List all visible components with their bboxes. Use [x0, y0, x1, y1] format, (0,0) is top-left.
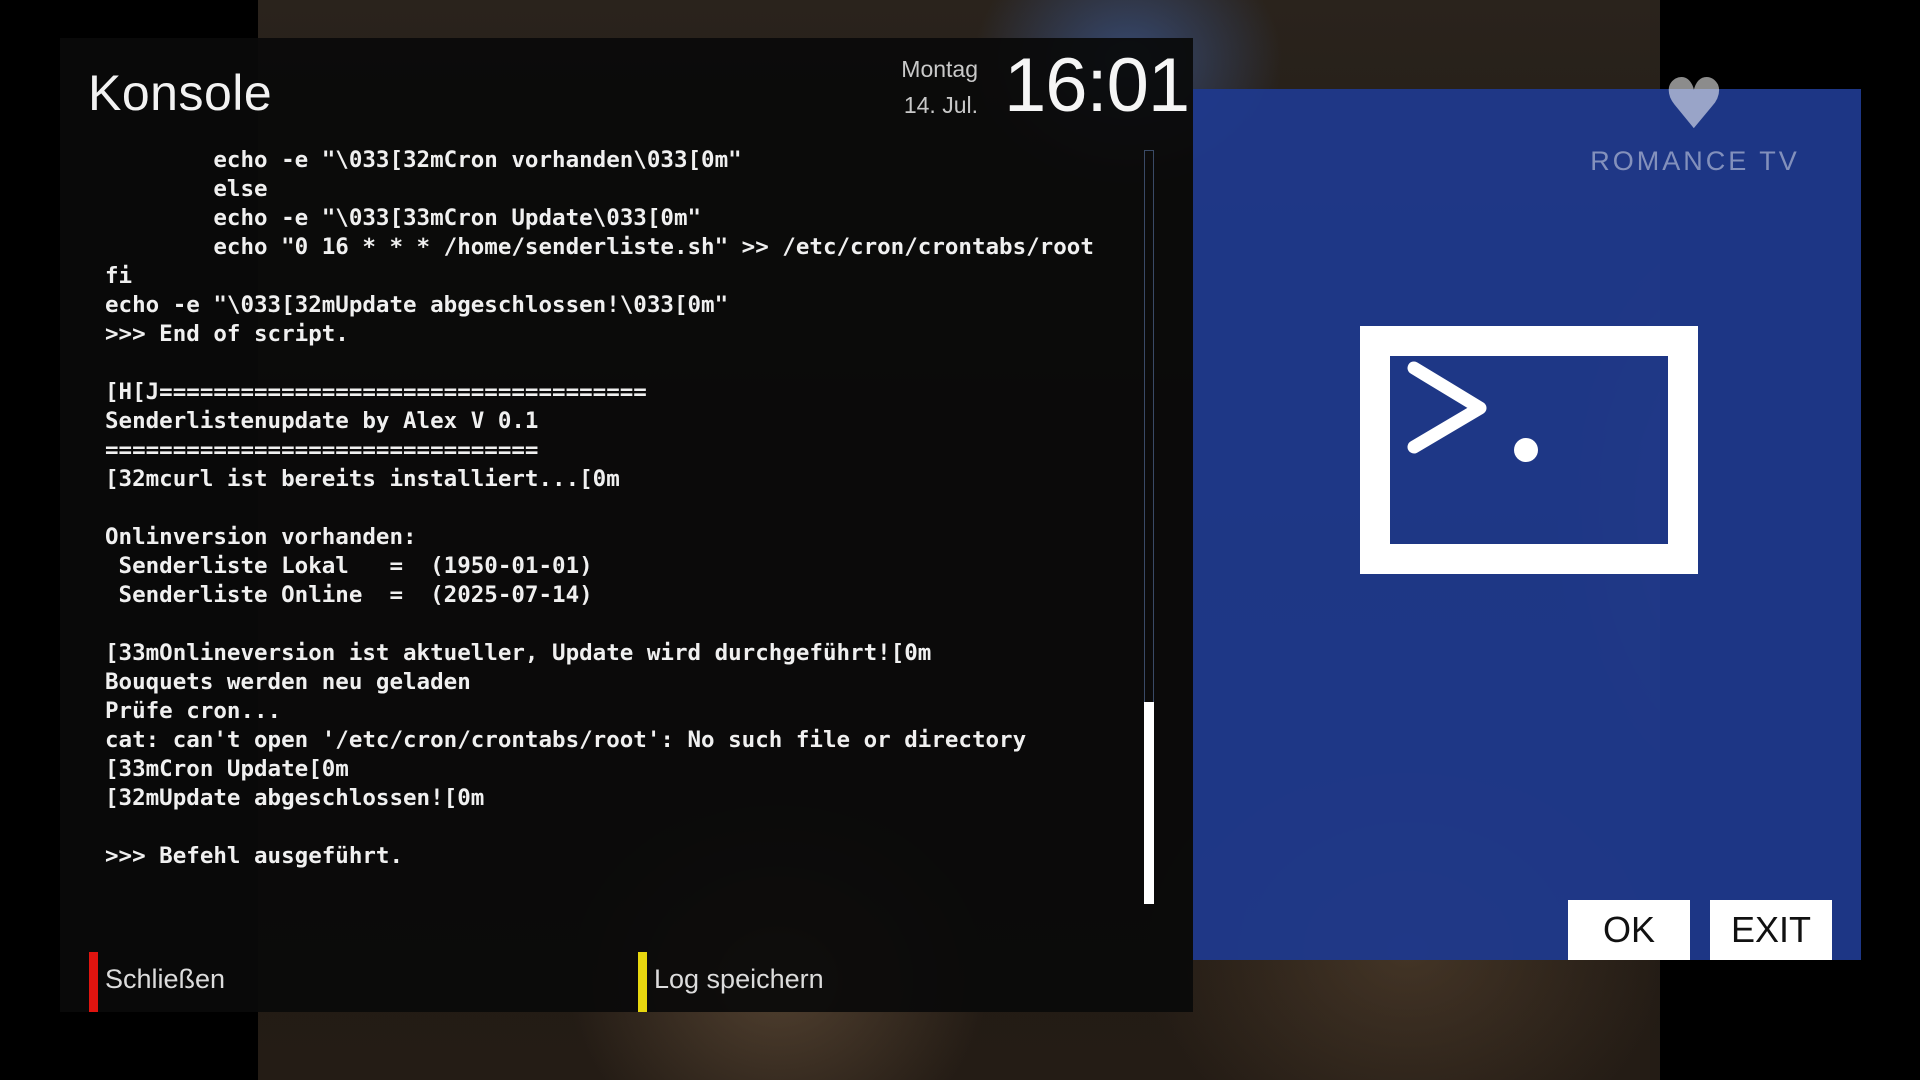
console-line: [32mcurl ist bereits installiert...[0m — [105, 466, 620, 492]
ok-button[interactable]: OK — [1568, 900, 1690, 960]
console-line: Senderliste Lokal = (1950-01-01) — [105, 553, 593, 579]
terminal-prompt-icon — [1360, 326, 1698, 574]
yellow-key-indicator — [638, 952, 647, 1012]
close-button[interactable]: Schließen — [105, 964, 225, 995]
console-line: [H[J==================================== — [105, 379, 647, 405]
console-line: Senderliste Online = (2025-07-14) — [105, 582, 593, 608]
console-line: Senderlistenupdate by Alex V 0.1 — [105, 408, 539, 434]
console-line: [33mOnlineversion ist aktueller, Update … — [105, 640, 932, 666]
exit-button[interactable]: EXIT — [1710, 900, 1832, 960]
red-key-indicator — [89, 952, 98, 1012]
channel-logo-icon: ♥ — [1662, 63, 1726, 145]
console-line: [32mUpdate abgeschlossen![0m — [105, 785, 485, 811]
console-line: ================================ — [105, 437, 539, 463]
console-output[interactable]: echo -e "\033[32mCron vorhanden\033[0m" … — [105, 146, 1135, 886]
clock-date: 14. Jul. — [903, 92, 978, 118]
channel-logo-text: ROMANCE TV — [1590, 146, 1800, 176]
window-title: Konsole — [88, 65, 273, 121]
console-line: else — [105, 176, 268, 202]
console-line: Prüfe cron... — [105, 698, 282, 724]
console-line: fi — [105, 263, 133, 289]
console-line: >>> End of script. — [105, 321, 349, 347]
console-line: [33mCron Update[0m — [105, 756, 349, 782]
console-line: echo -e "\033[32mUpdate abgeschlossen!\0… — [105, 292, 729, 318]
clock-time: 16:01 — [1004, 43, 1190, 128]
clock-day: Montag — [901, 56, 978, 82]
console-line: >>> Befehl ausgeführt. — [105, 843, 404, 869]
console-line: Onlinversion vorhanden: — [105, 524, 417, 550]
console-line: echo "0 16 * * * /home/senderliste.sh" >… — [105, 234, 1094, 260]
save-log-button[interactable]: Log speichern — [654, 964, 824, 995]
console-line: echo -e "\033[32mCron vorhanden\033[0m" — [105, 147, 742, 173]
console-line: Bouquets werden neu geladen — [105, 669, 471, 695]
console-line: cat: can't open '/etc/cron/crontabs/root… — [105, 727, 1027, 753]
console-line: echo -e "\033[33mCron Update\033[0m" — [105, 205, 702, 231]
scrollbar-thumb[interactable] — [1144, 702, 1154, 904]
